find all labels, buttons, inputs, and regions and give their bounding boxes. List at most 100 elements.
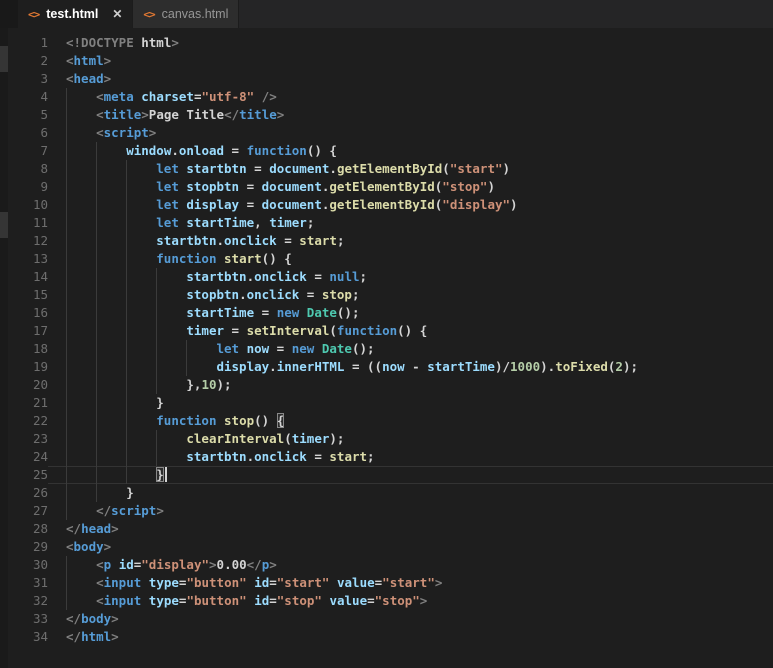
code-text[interactable]: function stop() { xyxy=(48,412,773,430)
code-text[interactable]: <p id="display">0.00</p> xyxy=(48,556,773,574)
code-text[interactable]: startbtn.onclick = start; xyxy=(48,232,773,250)
code-editor[interactable]: 1<!DOCTYPE html>2<html>3<head>4<meta cha… xyxy=(0,28,773,668)
code-line-23[interactable]: 23clearInterval(timer); xyxy=(0,430,773,448)
token: </ xyxy=(96,503,111,518)
token: () { xyxy=(307,143,337,158)
code-text[interactable]: } xyxy=(48,394,773,412)
indent-guide xyxy=(126,286,156,304)
code-text[interactable]: function start() { xyxy=(48,250,773,268)
token xyxy=(299,305,307,320)
code-text[interactable]: <title>Page Title</title> xyxy=(48,106,773,124)
code-text[interactable]: } xyxy=(48,466,773,484)
code-line-6[interactable]: 6<script> xyxy=(0,124,773,142)
code-line-34[interactable]: 34</html> xyxy=(0,628,773,646)
token: /> xyxy=(262,89,277,104)
code-line-22[interactable]: 22function stop() { xyxy=(0,412,773,430)
code-text[interactable]: <html> xyxy=(48,52,773,70)
code-line-20[interactable]: 20},10); xyxy=(0,376,773,394)
indent-guide xyxy=(96,358,126,376)
code-text[interactable]: startbtn.onclick = start; xyxy=(48,448,773,466)
token: 10 xyxy=(201,377,216,392)
code-text[interactable]: } xyxy=(48,484,773,502)
code-line-27[interactable]: 27</script> xyxy=(0,502,773,520)
code-line-25[interactable]: 25} xyxy=(0,466,773,484)
code-line-16[interactable]: 16startTime = new Date(); xyxy=(0,304,773,322)
indent-guide xyxy=(66,268,96,286)
code-text[interactable]: <script> xyxy=(48,124,773,142)
token: startbtn xyxy=(186,449,246,464)
code-text[interactable]: <!DOCTYPE html> xyxy=(48,34,773,52)
code-line-9[interactable]: 9let stopbtn = document.getElementById("… xyxy=(0,178,773,196)
indent-guide xyxy=(66,178,96,196)
code-line-5[interactable]: 5<title>Page Title</title> xyxy=(0,106,773,124)
code-line-18[interactable]: 18let now = new Date(); xyxy=(0,340,773,358)
code-text[interactable]: },10); xyxy=(48,376,773,394)
tab-label-test-html: test.html xyxy=(46,7,98,21)
tab-test-html[interactable]: <> test.html ✕ xyxy=(18,0,133,28)
code-line-11[interactable]: 11let startTime, timer; xyxy=(0,214,773,232)
code-line-12[interactable]: 12startbtn.onclick = start; xyxy=(0,232,773,250)
indent-guide xyxy=(96,340,126,358)
code-text[interactable]: let display = document.getElementById("d… xyxy=(48,196,773,214)
code-text[interactable]: </body> xyxy=(48,610,773,628)
code-text[interactable]: <input type="button" id="start" value="s… xyxy=(48,574,773,592)
token: "display" xyxy=(442,197,510,212)
code-text[interactable]: <meta charset="utf-8" /> xyxy=(48,88,773,106)
code-line-8[interactable]: 8let startbtn = document.getElementById(… xyxy=(0,160,773,178)
code-text[interactable]: window.onload = function() { xyxy=(48,142,773,160)
code-line-21[interactable]: 21} xyxy=(0,394,773,412)
code-text[interactable]: <input type="button" id="stop" value="st… xyxy=(48,592,773,610)
code-line-33[interactable]: 33</body> xyxy=(0,610,773,628)
indent-guide xyxy=(96,430,126,448)
code-text[interactable]: let now = new Date(); xyxy=(48,340,773,358)
code-text[interactable]: startTime = new Date(); xyxy=(48,304,773,322)
token: stop xyxy=(322,287,352,302)
code-text[interactable]: let stopbtn = document.getElementById("s… xyxy=(48,178,773,196)
code-line-19[interactable]: 19display.innerHTML = ((now - startTime)… xyxy=(0,358,773,376)
code-line-29[interactable]: 29<body> xyxy=(0,538,773,556)
indent-guide xyxy=(66,592,96,610)
code-line-32[interactable]: 32<input type="button" id="stop" value="… xyxy=(0,592,773,610)
code-text[interactable]: stopbtn.onclick = stop; xyxy=(48,286,773,304)
code-text[interactable]: let startTime, timer; xyxy=(48,214,773,232)
token: = xyxy=(247,161,270,176)
code-line-26[interactable]: 26} xyxy=(0,484,773,502)
code-text[interactable]: </html> xyxy=(48,628,773,646)
code-line-10[interactable]: 10let display = document.getElementById(… xyxy=(0,196,773,214)
code-text[interactable]: startbtn.onclick = null; xyxy=(48,268,773,286)
code-line-15[interactable]: 15stopbtn.onclick = stop; xyxy=(0,286,773,304)
code-line-1[interactable]: 1<!DOCTYPE html> xyxy=(0,34,773,52)
code-line-13[interactable]: 13function start() { xyxy=(0,250,773,268)
code-text[interactable]: </head> xyxy=(48,520,773,538)
indent-guide xyxy=(66,376,96,394)
code-text[interactable]: clearInterval(timer); xyxy=(48,430,773,448)
token: start xyxy=(329,449,367,464)
token: > xyxy=(104,71,112,86)
code-line-4[interactable]: 4<meta charset="utf-8" /> xyxy=(0,88,773,106)
indent-guide xyxy=(156,376,186,394)
code-line-31[interactable]: 31<input type="button" id="start" value=… xyxy=(0,574,773,592)
code-text[interactable]: <body> xyxy=(48,538,773,556)
token: "utf-8" xyxy=(201,89,254,104)
token: value xyxy=(337,575,375,590)
code-text[interactable]: timer = setInterval(function() { xyxy=(48,322,773,340)
code-text[interactable]: let startbtn = document.getElementById("… xyxy=(48,160,773,178)
indent-guide xyxy=(126,448,156,466)
token: > xyxy=(156,503,164,518)
code-line-7[interactable]: 7window.onload = function() { xyxy=(0,142,773,160)
token: onclick xyxy=(247,287,300,302)
code-line-30[interactable]: 30<p id="display">0.00</p> xyxy=(0,556,773,574)
code-line-14[interactable]: 14startbtn.onclick = null; xyxy=(0,268,773,286)
code-text[interactable]: display.innerHTML = ((now - startTime)/1… xyxy=(48,358,773,376)
code-line-3[interactable]: 3<head> xyxy=(0,70,773,88)
close-icon[interactable]: ✕ xyxy=(112,8,122,20)
code-line-28[interactable]: 28</head> xyxy=(0,520,773,538)
token: start xyxy=(224,251,262,266)
code-line-2[interactable]: 2<html> xyxy=(0,52,773,70)
code-text[interactable]: <head> xyxy=(48,70,773,88)
code-text[interactable]: </script> xyxy=(48,502,773,520)
code-line-17[interactable]: 17timer = setInterval(function() { xyxy=(0,322,773,340)
token: ) xyxy=(503,161,511,176)
code-line-24[interactable]: 24startbtn.onclick = start; xyxy=(0,448,773,466)
tab-canvas-html[interactable]: <> canvas.html xyxy=(133,0,239,28)
